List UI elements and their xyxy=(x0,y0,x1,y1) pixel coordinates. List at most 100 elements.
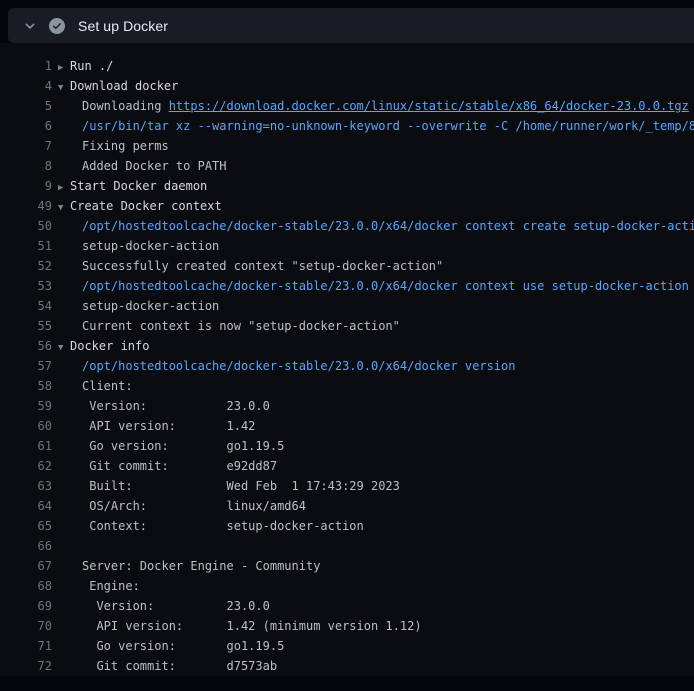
log-text: Version: 23.0.0 xyxy=(52,596,270,616)
line-number[interactable]: 63 xyxy=(0,476,52,496)
log-plain-text: Successfully created context "setup-dock… xyxy=(82,259,443,273)
log-plain-text: setup-docker-action xyxy=(82,299,219,313)
log-text: Current context is now "setup-docker-act… xyxy=(52,316,400,336)
log-group-title: Start Docker daemon xyxy=(70,179,207,193)
log-text: Go version: go1.19.5 xyxy=(52,636,284,656)
line-number[interactable]: 69 xyxy=(0,596,52,616)
log-line: 50/opt/hostedtoolcache/docker-stable/23.… xyxy=(0,216,694,236)
log-command-text: /opt/hostedtoolcache/docker-stable/23.0.… xyxy=(82,359,515,373)
line-number[interactable]: 57 xyxy=(0,356,52,376)
log-line: 59 Version: 23.0.0 xyxy=(0,396,694,416)
log-plain-text: OS/Arch: linux/amd64 xyxy=(82,499,306,513)
log-line: 62 Git commit: e92dd87 xyxy=(0,456,694,476)
step-title: Set up Docker xyxy=(78,18,168,34)
log-line: 70 API version: 1.42 (minimum version 1.… xyxy=(0,616,694,636)
line-number[interactable]: 70 xyxy=(0,616,52,636)
step-header[interactable]: Set up Docker xyxy=(8,8,694,43)
line-number[interactable]: 54 xyxy=(0,296,52,316)
line-number[interactable]: 60 xyxy=(0,416,52,436)
log-group-header[interactable]: ▶Run ./ xyxy=(52,56,113,76)
log-line: 60 API version: 1.42 xyxy=(0,416,694,436)
line-number[interactable]: 49 xyxy=(0,196,52,216)
line-number[interactable]: 65 xyxy=(0,516,52,536)
log-plain-text: Client: xyxy=(82,379,133,393)
log-plain-text: Downloading xyxy=(82,99,169,113)
line-number[interactable]: 5 xyxy=(0,96,52,116)
log-group-title: Docker info xyxy=(70,339,149,353)
log-plain-text: Added Docker to PATH xyxy=(82,159,227,173)
log-text: setup-docker-action xyxy=(52,296,219,316)
log-line: 8 Added Docker to PATH xyxy=(0,156,694,176)
line-number[interactable]: 58 xyxy=(0,376,52,396)
log-group-header[interactable]: ▼Create Docker context xyxy=(52,196,222,216)
triangle-down-icon: ▼ xyxy=(58,338,70,358)
line-number[interactable]: 67 xyxy=(0,556,52,576)
log-plain-text: Fixing perms xyxy=(82,139,169,153)
chevron-down-icon[interactable] xyxy=(24,20,36,32)
log-group-header[interactable]: ▶Start Docker daemon xyxy=(52,176,207,196)
log-line: 69 Version: 23.0.0 xyxy=(0,596,694,616)
line-number[interactable]: 8 xyxy=(0,156,52,176)
log-plain-text: Built: Wed Feb 1 17:43:29 2023 xyxy=(82,479,400,493)
log-line: 67Server: Docker Engine - Community xyxy=(0,556,694,576)
log-line: 1▶Run ./ xyxy=(0,56,694,76)
log-line: 68 Engine: xyxy=(0,576,694,596)
log-link[interactable]: https://download.docker.com/linux/static… xyxy=(169,99,689,113)
log-text: Version: 23.0.0 xyxy=(52,396,270,416)
log-group-title: Download docker xyxy=(70,79,178,93)
log-line: 4▼Download docker xyxy=(0,76,694,96)
log-text: /opt/hostedtoolcache/docker-stable/23.0.… xyxy=(52,356,515,376)
log-plain-text: API version: 1.42 xyxy=(82,419,255,433)
line-number[interactable]: 66 xyxy=(0,536,52,556)
log-group-title: Create Docker context xyxy=(70,199,222,213)
check-circle-icon xyxy=(49,18,65,34)
log-group-header[interactable]: ▼Docker info xyxy=(52,336,149,356)
log-text: Git commit: e92dd87 xyxy=(52,456,277,476)
log-line: 9▶Start Docker daemon xyxy=(0,176,694,196)
log-text: Fixing perms xyxy=(52,136,169,156)
line-number[interactable]: 4 xyxy=(0,76,52,96)
line-number[interactable]: 50 xyxy=(0,216,52,236)
log-line: 72 Git commit: d7573ab xyxy=(0,656,694,676)
line-number[interactable]: 71 xyxy=(0,636,52,656)
line-number[interactable]: 52 xyxy=(0,256,52,276)
log-plain-text: setup-docker-action xyxy=(82,239,219,253)
log-line: 58 Client: xyxy=(0,376,694,396)
log-plain-text: Go version: go1.19.5 xyxy=(82,639,284,653)
log-plain-text: API version: 1.42 (minimum version 1.12) xyxy=(82,619,422,633)
log-text: /opt/hostedtoolcache/docker-stable/23.0.… xyxy=(52,276,689,296)
line-number[interactable]: 61 xyxy=(0,436,52,456)
triangle-down-icon: ▼ xyxy=(58,198,70,218)
line-number[interactable]: 53 xyxy=(0,276,52,296)
log-plain-text: Engine: xyxy=(82,579,140,593)
log-command-text: /usr/bin/tar xz --warning=no-unknown-key… xyxy=(82,119,694,133)
log-command-text: /opt/hostedtoolcache/docker-stable/23.0.… xyxy=(82,219,694,233)
line-number[interactable]: 62 xyxy=(0,456,52,476)
line-number[interactable]: 55 xyxy=(0,316,52,336)
log-group-header[interactable]: ▼Download docker xyxy=(52,76,178,96)
line-number[interactable]: 6 xyxy=(0,116,52,136)
log-text: /usr/bin/tar xz --warning=no-unknown-key… xyxy=(52,116,694,136)
line-number[interactable]: 72 xyxy=(0,656,52,676)
log-plain-text: Current context is now "setup-docker-act… xyxy=(82,319,400,333)
line-number[interactable]: 59 xyxy=(0,396,52,416)
log-line: 52 Successfully created context "setup-do… xyxy=(0,256,694,276)
log-line: 66 xyxy=(0,536,694,556)
log-text: Git commit: d7573ab xyxy=(52,656,277,676)
log-line: 71 Go version: go1.19.5 xyxy=(0,636,694,656)
log-line: 57/opt/hostedtoolcache/docker-stable/23.… xyxy=(0,356,694,376)
log-line: 64 OS/Arch: linux/amd64 xyxy=(0,496,694,516)
log-text: Go version: go1.19.5 xyxy=(52,436,284,456)
line-number[interactable]: 1 xyxy=(0,56,52,76)
line-number[interactable]: 64 xyxy=(0,496,52,516)
log-text: API version: 1.42 xyxy=(52,416,255,436)
log-command-text: /opt/hostedtoolcache/docker-stable/23.0.… xyxy=(82,279,689,293)
line-number[interactable]: 56 xyxy=(0,336,52,356)
log-line: 51 setup-docker-action xyxy=(0,236,694,256)
line-number[interactable]: 68 xyxy=(0,576,52,596)
line-number[interactable]: 7 xyxy=(0,136,52,156)
log-text: Downloading https://download.docker.com/… xyxy=(52,96,689,116)
line-number[interactable]: 9 xyxy=(0,176,52,196)
log-plain-text: Version: 23.0.0 xyxy=(82,599,270,613)
line-number[interactable]: 51 xyxy=(0,236,52,256)
